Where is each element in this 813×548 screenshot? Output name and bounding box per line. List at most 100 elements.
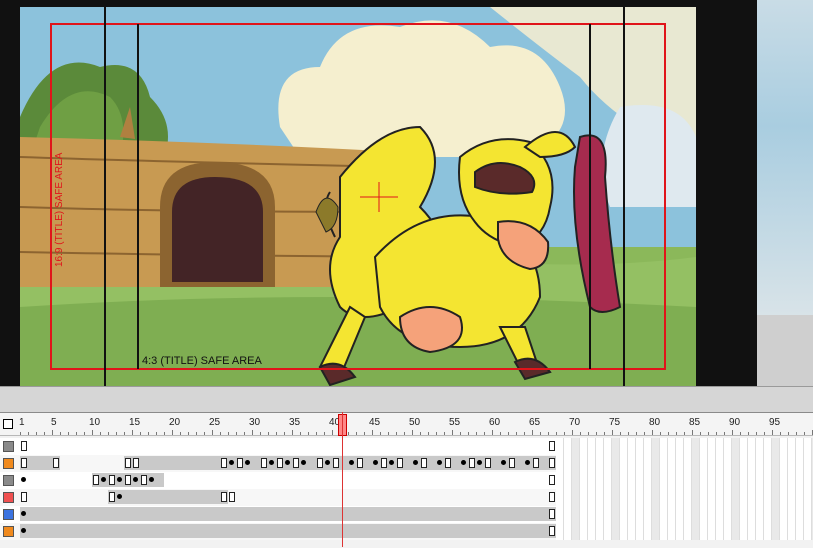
blank-frame-cell[interactable]	[596, 455, 604, 472]
layer-color-swatch[interactable]	[3, 458, 14, 469]
blank-frame-cell[interactable]	[692, 489, 700, 506]
blank-frame-cell[interactable]	[772, 472, 780, 489]
blank-frame-cell[interactable]	[724, 472, 732, 489]
end-frame-marker[interactable]	[549, 509, 555, 519]
keyframe[interactable]	[269, 460, 274, 465]
blank-frame-cell[interactable]	[804, 455, 812, 472]
end-frame-marker[interactable]	[549, 458, 555, 468]
blank-frame-cell[interactable]	[596, 523, 604, 540]
blank-frame-cell[interactable]	[572, 523, 580, 540]
blank-frame-cell[interactable]	[796, 523, 804, 540]
blank-frame-cell[interactable]	[676, 455, 684, 472]
keyframe[interactable]	[477, 460, 482, 465]
keyframe[interactable]	[285, 460, 290, 465]
blank-frame-cell[interactable]	[780, 438, 788, 455]
blank-frame-cell[interactable]	[660, 455, 668, 472]
blank-frame-cell[interactable]	[796, 455, 804, 472]
blank-frame-cell[interactable]	[644, 438, 652, 455]
blank-frame-cell[interactable]	[580, 438, 588, 455]
blank-frame-cell[interactable]	[588, 489, 596, 506]
blank-frame-cell[interactable]	[564, 455, 572, 472]
keyframe[interactable]	[133, 477, 138, 482]
blank-frame-cell[interactable]	[772, 506, 780, 523]
blank-frame-cell[interactable]	[788, 438, 796, 455]
empty-keyframe[interactable]	[133, 458, 139, 468]
layer-color-swatch[interactable]	[3, 526, 14, 537]
keyframe[interactable]	[149, 477, 154, 482]
blank-frame-cell[interactable]	[612, 438, 620, 455]
blank-frame-cell[interactable]	[788, 523, 796, 540]
keyframe[interactable]	[117, 477, 122, 482]
blank-frame-cell[interactable]	[572, 489, 580, 506]
blank-frame-cell[interactable]	[708, 506, 716, 523]
blank-frame-cell[interactable]	[660, 438, 668, 455]
blank-frame-cell[interactable]	[652, 523, 660, 540]
blank-frame-cell[interactable]	[788, 472, 796, 489]
onion-skin-toggle-icon[interactable]	[3, 419, 13, 429]
empty-keyframe[interactable]	[421, 458, 427, 468]
blank-frame-cell[interactable]	[724, 523, 732, 540]
empty-keyframe[interactable]	[381, 458, 387, 468]
blank-frame-cell[interactable]	[612, 523, 620, 540]
end-frame-marker[interactable]	[549, 441, 555, 451]
frame-span[interactable]	[108, 490, 228, 504]
blank-frame-cell[interactable]	[748, 455, 756, 472]
blank-frame-cell[interactable]	[732, 455, 740, 472]
blank-frame-cell[interactable]	[564, 472, 572, 489]
blank-frame-cell[interactable]	[668, 523, 676, 540]
blank-frame-cell[interactable]	[628, 489, 636, 506]
blank-frame-cell[interactable]	[652, 455, 660, 472]
end-frame-marker[interactable]	[549, 475, 555, 485]
blank-frame-cell[interactable]	[756, 455, 764, 472]
blank-frame-cell[interactable]	[716, 489, 724, 506]
blank-frame-cell[interactable]	[764, 506, 772, 523]
blank-frame-cell[interactable]	[580, 489, 588, 506]
blank-frame-cell[interactable]	[764, 489, 772, 506]
blank-frame-cell[interactable]	[748, 523, 756, 540]
blank-frame-cell[interactable]	[756, 489, 764, 506]
blank-frame-cell[interactable]	[700, 506, 708, 523]
blank-frame-cell[interactable]	[660, 489, 668, 506]
blank-frame-cell[interactable]	[604, 438, 612, 455]
blank-frame-cell[interactable]	[612, 506, 620, 523]
blank-frame-cell[interactable]	[708, 489, 716, 506]
blank-frame-cell[interactable]	[700, 438, 708, 455]
blank-frame-cell[interactable]	[756, 523, 764, 540]
blank-frame-cell[interactable]	[668, 472, 676, 489]
keyframe[interactable]	[389, 460, 394, 465]
blank-frame-cell[interactable]	[772, 455, 780, 472]
blank-frame-cell[interactable]	[676, 472, 684, 489]
stage-canvas[interactable]: 16:9 (TITLE) SAFE AREA 4:3 (TITLE) SAFE …	[20, 7, 696, 386]
blank-frame-cell[interactable]	[684, 506, 692, 523]
blank-frame-cell[interactable]	[620, 506, 628, 523]
blank-frame-cell[interactable]	[804, 472, 812, 489]
blank-frame-cell[interactable]	[684, 472, 692, 489]
blank-frame-cell[interactable]	[724, 455, 732, 472]
timeline-layer-row[interactable]	[0, 489, 813, 506]
blank-frame-cell[interactable]	[796, 438, 804, 455]
blank-frame-cell[interactable]	[636, 472, 644, 489]
blank-frame-cell[interactable]	[604, 506, 612, 523]
layer-color-swatch[interactable]	[3, 509, 14, 520]
empty-keyframe[interactable]	[125, 475, 131, 485]
keyframe[interactable]	[21, 511, 26, 516]
empty-keyframe[interactable]	[445, 458, 451, 468]
keyframe[interactable]	[101, 477, 106, 482]
keyframe[interactable]	[373, 460, 378, 465]
keyframe[interactable]	[245, 460, 250, 465]
blank-frame-cell[interactable]	[588, 506, 596, 523]
keyframe[interactable]	[413, 460, 418, 465]
blank-frame-cell[interactable]	[628, 506, 636, 523]
blank-frame-cell[interactable]	[748, 438, 756, 455]
empty-keyframe[interactable]	[317, 458, 323, 468]
blank-frame-cell[interactable]	[572, 472, 580, 489]
empty-keyframe[interactable]	[397, 458, 403, 468]
blank-frame-cell[interactable]	[740, 455, 748, 472]
blank-frame-cell[interactable]	[660, 506, 668, 523]
blank-frame-cell[interactable]	[692, 472, 700, 489]
blank-frame-cell[interactable]	[572, 438, 580, 455]
blank-frame-cell[interactable]	[764, 455, 772, 472]
blank-frame-cell[interactable]	[724, 489, 732, 506]
empty-keyframe[interactable]	[93, 475, 99, 485]
blank-frame-cell[interactable]	[636, 489, 644, 506]
